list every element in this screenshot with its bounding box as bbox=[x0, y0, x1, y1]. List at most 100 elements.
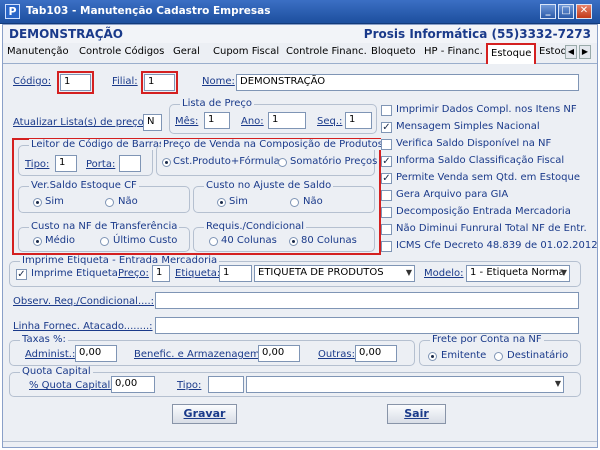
seq-label: Seq.: bbox=[317, 116, 343, 127]
tipo-leitor-label: Tipo: bbox=[25, 159, 50, 170]
tab-cupom-fiscal[interactable]: Cupom Fiscal bbox=[213, 46, 279, 57]
porta-input[interactable] bbox=[119, 155, 141, 172]
vendor-contact: Prosis Informática (55)3332-7273 bbox=[363, 27, 591, 41]
app-icon: P bbox=[5, 4, 20, 19]
filial-input[interactable]: 1 bbox=[144, 74, 175, 91]
tab-controle-financ[interactable]: Controle Financ. bbox=[286, 46, 367, 57]
ano-input[interactable]: 1 bbox=[268, 112, 306, 129]
tab-bloqueto[interactable]: Bloqueto bbox=[371, 46, 416, 57]
somatorio-precos-radio[interactable] bbox=[278, 158, 287, 167]
nao-diminui-funrural-label: Não Diminui Funrural Total NF de Entr. bbox=[396, 223, 587, 234]
chevron-down-icon: ▼ bbox=[405, 268, 412, 277]
frete-emitente-radio[interactable] bbox=[428, 352, 437, 361]
custo-ajuste-sim-radio[interactable] bbox=[217, 198, 226, 207]
preco-etiqueta-label: Preço: bbox=[118, 268, 149, 279]
codigo-input[interactable]: 1 bbox=[60, 74, 91, 91]
verifica-saldo-label: Verifica Saldo Disponível na NF bbox=[396, 138, 552, 149]
gera-gia-label: Gera Arquivo para GIA bbox=[396, 189, 509, 200]
mensagem-simples-checkbox[interactable]: ✓ bbox=[381, 122, 392, 133]
tab-hp-financ[interactable]: HP - Financ. bbox=[424, 46, 483, 57]
decomposicao-checkbox[interactable] bbox=[381, 207, 392, 218]
quota-pct-label: % Quota Capital: bbox=[29, 380, 114, 391]
frete-destinatario-label: Destinatário bbox=[507, 350, 569, 361]
outras-input[interactable]: 0,00 bbox=[355, 345, 397, 362]
tab-estoque[interactable]: Estoque bbox=[486, 43, 537, 64]
ultimo-custo-radio[interactable] bbox=[100, 237, 109, 246]
cst-produto-formula-radio[interactable] bbox=[162, 158, 171, 167]
tab-manutencao[interactable]: Manutenção bbox=[7, 46, 69, 57]
somatorio-precos-label: Somatório Preços bbox=[290, 156, 378, 167]
frete-destinatario-radio[interactable] bbox=[494, 352, 503, 361]
nao-diminui-funrural-checkbox[interactable] bbox=[381, 224, 392, 235]
custo-medio-radio[interactable] bbox=[33, 237, 42, 246]
frete-title: Frete por Conta na NF bbox=[430, 334, 544, 345]
observ-input[interactable] bbox=[155, 292, 579, 309]
etiqueta-group-title: Imprime Etiqueta - Entrada Mercadoria bbox=[20, 255, 220, 266]
close-button[interactable]: ✕ bbox=[576, 4, 592, 19]
tab-scroll-right-icon[interactable]: ▶ bbox=[579, 45, 591, 59]
icms-decreto-checkbox[interactable] bbox=[381, 241, 392, 252]
quota-tipo-input[interactable] bbox=[208, 376, 244, 393]
tab-controle-codigos[interactable]: Controle Códigos bbox=[79, 46, 164, 57]
quota-pct-input[interactable]: 0,00 bbox=[111, 376, 155, 393]
custo-ajuste-sim-label: Sim bbox=[229, 196, 248, 207]
status-bar bbox=[3, 441, 597, 449]
40-colunas-radio[interactable] bbox=[209, 237, 218, 246]
imprimir-dados-compl-label: Imprimir Dados Compl. nos Itens NF bbox=[396, 104, 577, 115]
quota-tipo-select[interactable]: ▼ bbox=[246, 376, 564, 393]
company-name: DEMONSTRAÇÃO bbox=[9, 27, 123, 41]
sair-button[interactable]: Sair bbox=[387, 404, 446, 424]
modelo-select-value: 1 - Etiqueta Norma bbox=[470, 267, 565, 278]
tab-bar: Manutenção Controle Códigos Geral Cupom … bbox=[3, 43, 597, 64]
requis-title: Requis./Condicional bbox=[204, 221, 307, 232]
permite-venda-checkbox[interactable]: ✓ bbox=[381, 173, 392, 184]
gravar-button[interactable]: Gravar bbox=[172, 404, 237, 424]
maximize-button[interactable]: □ bbox=[558, 4, 574, 19]
custo-ajuste-nao-label: Não bbox=[303, 196, 323, 207]
tab-geral[interactable]: Geral bbox=[173, 46, 200, 57]
quota-tipo-label: Tipo: bbox=[177, 380, 202, 391]
custo-nf-title: Custo na NF de Transferência bbox=[29, 221, 180, 232]
administ-input[interactable]: 0,00 bbox=[75, 345, 117, 362]
codigo-label: Código: bbox=[13, 76, 52, 87]
etiqueta-label: Etiqueta: bbox=[175, 268, 221, 279]
seq-input[interactable]: 1 bbox=[345, 112, 372, 129]
ver-saldo-nao-radio[interactable] bbox=[105, 198, 114, 207]
mes-input[interactable]: 1 bbox=[204, 112, 230, 129]
benefic-input[interactable]: 0,00 bbox=[258, 345, 300, 362]
80-colunas-radio[interactable] bbox=[289, 237, 298, 246]
minimize-button[interactable]: _ bbox=[540, 4, 556, 19]
etiqueta-code-input[interactable]: 1 bbox=[219, 265, 252, 282]
linha-fornec-input[interactable] bbox=[155, 317, 579, 334]
atualizar-lista-input[interactable]: N bbox=[143, 114, 162, 131]
frete-emitente-label: Emitente bbox=[441, 350, 487, 361]
custo-ajuste-nao-radio[interactable] bbox=[290, 198, 299, 207]
tab-scroll-left-icon[interactable]: ◀ bbox=[565, 45, 577, 59]
nome-label: Nome: bbox=[202, 76, 235, 87]
preco-venda-title: Preço de Venda na Composição de Produtos bbox=[161, 139, 385, 150]
cst-produto-formula-label: Cst.Produto+Fórmula bbox=[173, 156, 280, 167]
ultimo-custo-label: Último Custo bbox=[113, 235, 178, 246]
nome-input[interactable]: DEMONSTRAÇÃO bbox=[236, 74, 579, 91]
gera-gia-checkbox[interactable] bbox=[381, 190, 392, 201]
mes-label: Mês: bbox=[175, 116, 199, 127]
imprimir-dados-compl-checkbox[interactable] bbox=[381, 105, 392, 116]
tab-estoq-partial[interactable]: Estoq bbox=[539, 46, 567, 57]
imprime-etiqueta-checkbox[interactable]: ✓ bbox=[16, 269, 27, 280]
etiqueta-select[interactable]: ETIQUETA DE PRODUTOS ▼ bbox=[254, 265, 415, 282]
icms-decreto-label: ICMS Cfe Decreto 48.839 de 01.02.2012 bbox=[396, 240, 598, 251]
atualizar-lista-label: Atualizar Lista(s) de preço: bbox=[13, 117, 148, 128]
modelo-label: Modelo: bbox=[424, 268, 464, 279]
chevron-down-icon: ▼ bbox=[560, 268, 567, 277]
ver-saldo-sim-radio[interactable] bbox=[33, 198, 42, 207]
preco-etiqueta-input[interactable]: 1 bbox=[152, 265, 170, 282]
decomposicao-label: Decomposição Entrada Mercadoria bbox=[396, 206, 571, 217]
verifica-saldo-checkbox[interactable] bbox=[381, 139, 392, 150]
tipo-leitor-input[interactable]: 1 bbox=[55, 155, 77, 172]
modelo-select[interactable]: 1 - Etiqueta Norma ▼ bbox=[466, 265, 570, 282]
80-colunas-label: 80 Colunas bbox=[301, 235, 357, 246]
lista-preco-title: Lista de Preço bbox=[180, 98, 254, 109]
informa-saldo-checkbox[interactable]: ✓ bbox=[381, 156, 392, 167]
linha-fornec-label: Linha Fornec. Atacado........: bbox=[13, 321, 153, 332]
outras-label: Outras: bbox=[318, 349, 355, 360]
